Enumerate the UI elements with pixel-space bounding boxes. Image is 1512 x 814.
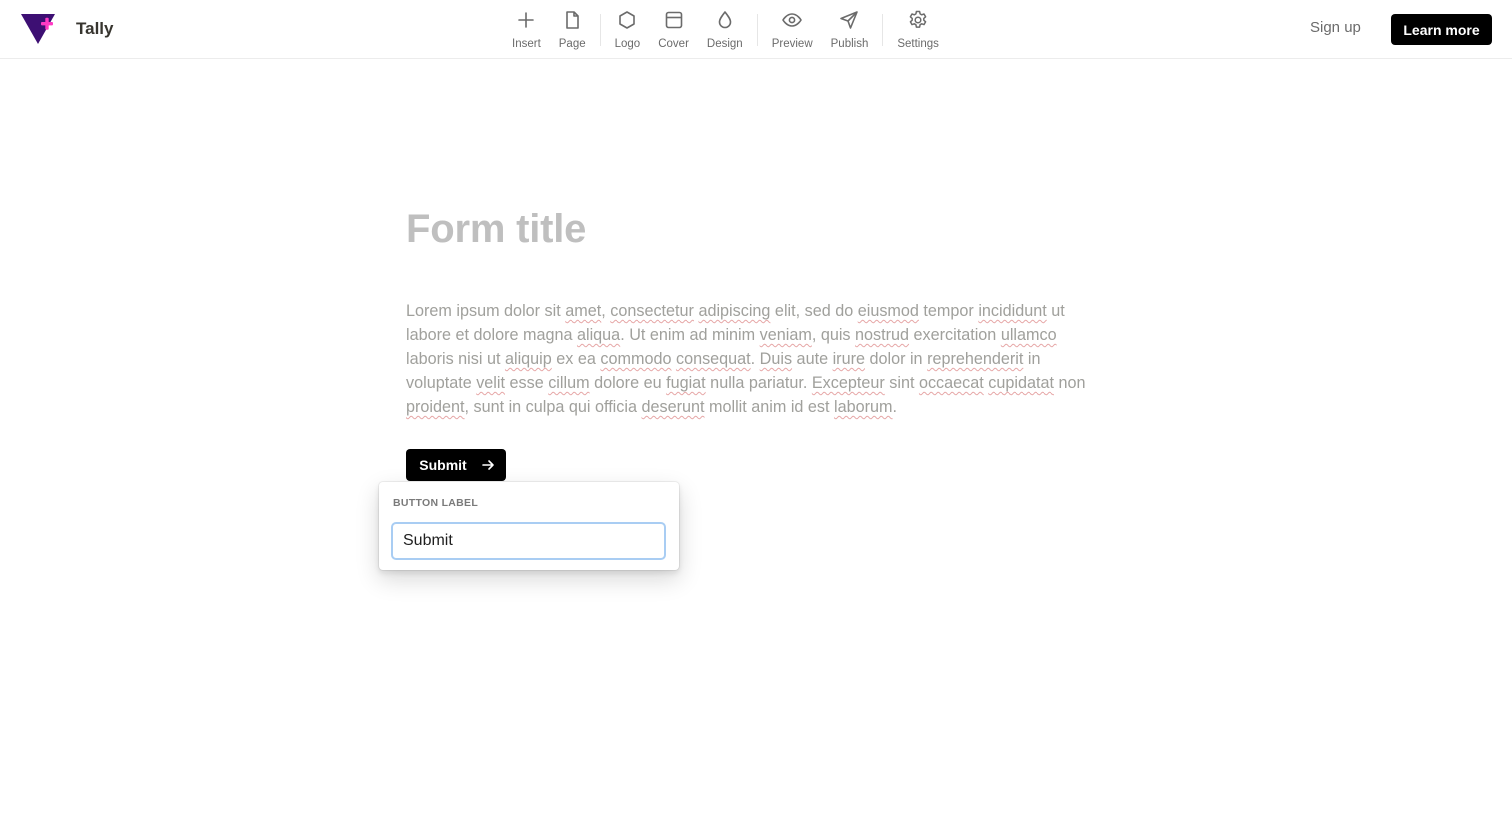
droplet-icon: [714, 9, 736, 31]
description-text: esse: [505, 374, 549, 392]
form-description[interactable]: Lorem ipsum dolor sit amet, consectetur …: [406, 299, 1106, 419]
brand[interactable]: Tally: [20, 12, 113, 46]
page-button[interactable]: Page: [550, 8, 595, 52]
spellcheck-word: irure: [832, 350, 865, 368]
arrow-right-icon: [481, 460, 494, 470]
publish-button[interactable]: Publish: [822, 8, 878, 52]
spellcheck-word: commodo: [600, 350, 672, 368]
description-text: Lorem ipsum dolor sit: [406, 302, 566, 320]
description-text: elit, sed do: [770, 302, 858, 320]
design-label: Design: [706, 38, 743, 50]
description-text: non: [1053, 374, 1086, 392]
toolbar-divider: [882, 14, 884, 46]
spellcheck-word: velit: [476, 374, 505, 392]
spellcheck-word: laborum: [834, 398, 893, 416]
page-label: Page: [558, 38, 586, 50]
preview-label: Preview: [771, 38, 813, 50]
spellcheck-word: consectetur: [610, 302, 694, 320]
spellcheck-word: fugiat: [666, 374, 706, 392]
spellcheck-word: Duis: [759, 350, 793, 368]
description-text: ex ea: [551, 350, 601, 368]
cover-button[interactable]: Cover: [649, 8, 698, 52]
toolbar-divider: [599, 14, 601, 46]
eye-icon: [781, 9, 803, 31]
cover-label: Cover: [658, 38, 689, 50]
tally-logo-icon: [21, 14, 55, 44]
spellcheck-word: deserunt: [641, 398, 705, 416]
spellcheck-word: nostrud: [855, 326, 910, 344]
sign-up-button[interactable]: Sign up: [1298, 19, 1373, 36]
spellcheck-word: cupidatat: [988, 374, 1054, 392]
insert-button[interactable]: Insert: [503, 8, 550, 52]
spellcheck-word: ullamco: [1000, 326, 1057, 344]
hexagon-icon: [616, 9, 638, 31]
spellcheck-word: reprehenderit: [927, 350, 1024, 368]
description-text: aute: [792, 350, 833, 368]
description-text: .: [892, 398, 898, 416]
spellcheck-word: occaecat: [918, 374, 984, 392]
spellcheck-word: cillum: [548, 374, 590, 392]
cover-icon: [663, 9, 685, 31]
button-label-heading: BUTTON LABEL: [393, 497, 479, 509]
description-text: , sunt in culpa qui officia: [464, 398, 642, 416]
gear-icon: [907, 9, 929, 31]
preview-button[interactable]: Preview: [763, 8, 822, 52]
description-text: nulla pariatur.: [705, 374, 812, 392]
app-name: Tally: [76, 19, 114, 38]
description-text: tempor: [918, 302, 979, 320]
spellcheck-word: adipiscing: [698, 302, 771, 320]
submit-label: Submit: [419, 457, 467, 473]
description-text: dolore eu: [589, 374, 667, 392]
spellcheck-word: amet: [565, 302, 602, 320]
spellcheck-word: aliquip: [504, 350, 552, 368]
editor-toolbar: Insert Page Logo Cover Design Preview Pu…: [503, 8, 948, 52]
description-text: laboris nisi ut: [406, 350, 505, 368]
spellcheck-word: Excepteur: [811, 374, 885, 392]
settings-button[interactable]: Settings: [888, 8, 948, 52]
description-text: ,: [601, 302, 611, 320]
settings-label: Settings: [897, 38, 939, 50]
plus-icon: [515, 9, 537, 31]
insert-label: Insert: [512, 38, 541, 50]
spellcheck-word: eiusmod: [857, 302, 919, 320]
toolbar-divider: [756, 14, 758, 46]
publish-label: Publish: [830, 38, 869, 50]
description-text: . Ut enim ad minim: [620, 326, 760, 344]
description-text: .: [750, 350, 760, 368]
description-text: sint: [884, 374, 919, 392]
button-label-input[interactable]: [391, 522, 666, 560]
design-button[interactable]: Design: [698, 8, 752, 52]
description-text: dolor in: [864, 350, 928, 368]
spellcheck-word: consequat: [675, 350, 751, 368]
logo-button[interactable]: Logo: [606, 8, 650, 52]
description-text: , quis: [811, 326, 856, 344]
spellcheck-word: aliqua: [576, 326, 621, 344]
spellcheck-word: incididunt: [978, 302, 1047, 320]
learn-more-button[interactable]: Learn more: [1391, 14, 1492, 45]
button-label-popover: BUTTON LABEL: [379, 482, 679, 570]
send-icon: [838, 9, 860, 31]
page-icon: [561, 9, 583, 31]
description-text: mollit anim id est: [704, 398, 835, 416]
submit-button[interactable]: Submit: [406, 449, 506, 481]
spellcheck-word: veniam: [759, 326, 812, 344]
logo-label: Logo: [614, 38, 641, 50]
description-text: exercitation: [909, 326, 1001, 344]
spellcheck-word: proident: [406, 398, 465, 416]
top-bar: Tally Insert Page Logo Cover Design Prev…: [0, 0, 1512, 59]
form-title[interactable]: Form title: [406, 207, 586, 252]
